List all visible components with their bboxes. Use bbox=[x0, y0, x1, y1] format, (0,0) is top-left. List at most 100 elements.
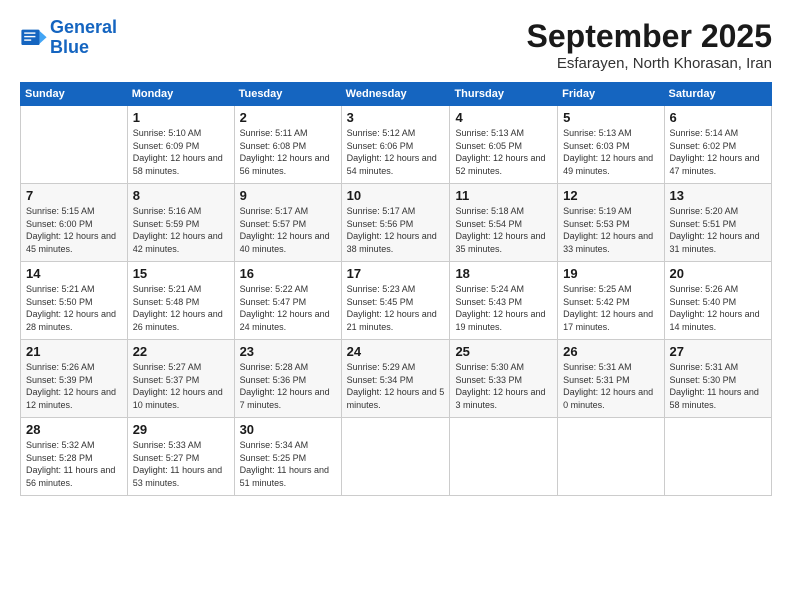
week-row-3: 14 Sunrise: 5:21 AMSunset: 5:50 PMDayligh… bbox=[21, 262, 772, 340]
day-cell: 1Sunrise: 5:10 AMSunset: 6:09 PMDaylight… bbox=[127, 106, 234, 184]
day-cell: 28 Sunrise: 5:32 AMSunset: 5:28 PMDayligh… bbox=[21, 418, 128, 496]
day-cell: 27 Sunrise: 5:31 AMSunset: 5:30 PMDayligh… bbox=[664, 340, 771, 418]
day-cell: 6 Sunrise: 5:14 AMSunset: 6:02 PMDaylight… bbox=[664, 106, 771, 184]
day-info: Sunrise: 5:21 AMSunset: 5:48 PMDaylight:… bbox=[133, 283, 229, 333]
day-cell: 5 Sunrise: 5:13 AMSunset: 6:03 PMDaylight… bbox=[558, 106, 664, 184]
day-cell bbox=[664, 418, 771, 496]
day-info: Sunrise: 5:28 AMSunset: 5:36 PMDaylight:… bbox=[240, 361, 336, 411]
day-info: Sunrise: 5:26 AMSunset: 5:40 PMDaylight:… bbox=[670, 283, 766, 333]
day-number: 16 bbox=[240, 266, 336, 281]
day-number: 27 bbox=[670, 344, 766, 359]
day-info: Sunrise: 5:15 AMSunset: 6:00 PMDaylight:… bbox=[26, 205, 122, 255]
day-number: 17 bbox=[347, 266, 445, 281]
header-monday: Monday bbox=[127, 83, 234, 106]
day-info: Sunrise: 5:34 AMSunset: 5:25 PMDaylight:… bbox=[240, 439, 336, 489]
day-number: 15 bbox=[133, 266, 229, 281]
day-info: Sunrise: 5:16 AMSunset: 5:59 PMDaylight:… bbox=[133, 205, 229, 255]
day-info: Sunrise: 5:24 AMSunset: 5:43 PMDaylight:… bbox=[455, 283, 552, 333]
calendar-header-row: SundayMondayTuesdayWednesdayThursdayFrid… bbox=[21, 83, 772, 106]
day-cell: 7 Sunrise: 5:15 AMSunset: 6:00 PMDaylight… bbox=[21, 184, 128, 262]
day-number: 30 bbox=[240, 422, 336, 437]
day-number: 28 bbox=[26, 422, 122, 437]
header-saturday: Saturday bbox=[664, 83, 771, 106]
day-cell bbox=[341, 418, 450, 496]
day-cell: 23 Sunrise: 5:28 AMSunset: 5:36 PMDayligh… bbox=[234, 340, 341, 418]
day-info: Sunrise: 5:31 AMSunset: 5:31 PMDaylight:… bbox=[563, 361, 658, 411]
day-number: 3 bbox=[347, 110, 445, 125]
page-container: General Blue September 2025 Esfarayen, N… bbox=[0, 0, 792, 612]
day-info: Sunrise: 5:25 AMSunset: 5:42 PMDaylight:… bbox=[563, 283, 658, 333]
day-info: Sunrise: 5:13 AMSunset: 6:05 PMDaylight:… bbox=[455, 127, 552, 177]
day-cell bbox=[450, 418, 558, 496]
header-thursday: Thursday bbox=[450, 83, 558, 106]
day-number: 7 bbox=[26, 188, 122, 203]
day-cell: 30 Sunrise: 5:34 AMSunset: 5:25 PMDayligh… bbox=[234, 418, 341, 496]
day-cell: 16 Sunrise: 5:22 AMSunset: 5:47 PMDayligh… bbox=[234, 262, 341, 340]
day-info: Sunrise: 5:18 AMSunset: 5:54 PMDaylight:… bbox=[455, 205, 552, 255]
day-number: 25 bbox=[455, 344, 552, 359]
day-info: Sunrise: 5:13 AMSunset: 6:03 PMDaylight:… bbox=[563, 127, 658, 177]
day-number: 13 bbox=[670, 188, 766, 203]
title-block: September 2025 Esfarayen, North Khorasan… bbox=[527, 18, 772, 72]
day-number: 2 bbox=[240, 110, 336, 125]
day-cell: 3 Sunrise: 5:12 AMSunset: 6:06 PMDaylight… bbox=[341, 106, 450, 184]
day-cell: 15 Sunrise: 5:21 AMSunset: 5:48 PMDayligh… bbox=[127, 262, 234, 340]
day-number: 12 bbox=[563, 188, 658, 203]
header-tuesday: Tuesday bbox=[234, 83, 341, 106]
month-title: September 2025 bbox=[527, 18, 772, 55]
day-cell: 21 Sunrise: 5:26 AMSunset: 5:39 PMDayligh… bbox=[21, 340, 128, 418]
day-info: Sunrise: 5:14 AMSunset: 6:02 PMDaylight:… bbox=[670, 127, 766, 177]
day-info: Sunrise: 5:12 AMSunset: 6:06 PMDaylight:… bbox=[347, 127, 445, 177]
day-number: 11 bbox=[455, 188, 552, 203]
day-cell: 12 Sunrise: 5:19 AMSunset: 5:53 PMDayligh… bbox=[558, 184, 664, 262]
day-info: Sunrise: 5:32 AMSunset: 5:28 PMDaylight:… bbox=[26, 439, 122, 489]
day-cell: 24 Sunrise: 5:29 AMSunset: 5:34 PMDayligh… bbox=[341, 340, 450, 418]
day-number: 20 bbox=[670, 266, 766, 281]
day-info: Sunrise: 5:33 AMSunset: 5:27 PMDaylight:… bbox=[133, 439, 229, 489]
day-cell: 11 Sunrise: 5:18 AMSunset: 5:54 PMDayligh… bbox=[450, 184, 558, 262]
day-cell: 14 Sunrise: 5:21 AMSunset: 5:50 PMDayligh… bbox=[21, 262, 128, 340]
day-number: 18 bbox=[455, 266, 552, 281]
day-info: Sunrise: 5:17 AMSunset: 5:57 PMDaylight:… bbox=[240, 205, 336, 255]
day-cell: 4 Sunrise: 5:13 AMSunset: 6:05 PMDaylight… bbox=[450, 106, 558, 184]
logo-text: General Blue bbox=[50, 18, 117, 58]
day-info: Sunrise: 5:20 AMSunset: 5:51 PMDaylight:… bbox=[670, 205, 766, 255]
day-number: 22 bbox=[133, 344, 229, 359]
header-friday: Friday bbox=[558, 83, 664, 106]
day-cell: 25Sunrise: 5:30 AMSunset: 5:33 PMDayligh… bbox=[450, 340, 558, 418]
day-number: 4 bbox=[455, 110, 552, 125]
day-number: 26 bbox=[563, 344, 658, 359]
day-number: 23 bbox=[240, 344, 336, 359]
day-info: Sunrise: 5:31 AMSunset: 5:30 PMDaylight:… bbox=[670, 361, 766, 411]
day-number: 14 bbox=[26, 266, 122, 281]
day-info: Sunrise: 5:19 AMSunset: 5:53 PMDaylight:… bbox=[563, 205, 658, 255]
calendar-table: SundayMondayTuesdayWednesdayThursdayFrid… bbox=[20, 82, 772, 496]
day-info: Sunrise: 5:26 AMSunset: 5:39 PMDaylight:… bbox=[26, 361, 122, 411]
day-cell: 9 Sunrise: 5:17 AMSunset: 5:57 PMDaylight… bbox=[234, 184, 341, 262]
logo: General Blue bbox=[20, 18, 117, 58]
day-number: 24 bbox=[347, 344, 445, 359]
day-info: Sunrise: 5:21 AMSunset: 5:50 PMDaylight:… bbox=[26, 283, 122, 333]
day-cell bbox=[21, 106, 128, 184]
location-title: Esfarayen, North Khorasan, Iran bbox=[527, 55, 772, 72]
day-number: 5 bbox=[563, 110, 658, 125]
day-cell: 17Sunrise: 5:23 AMSunset: 5:45 PMDayligh… bbox=[341, 262, 450, 340]
day-number: 9 bbox=[240, 188, 336, 203]
day-cell: 29Sunrise: 5:33 AMSunset: 5:27 PMDayligh… bbox=[127, 418, 234, 496]
day-info: Sunrise: 5:17 AMSunset: 5:56 PMDaylight:… bbox=[347, 205, 445, 255]
day-number: 19 bbox=[563, 266, 658, 281]
day-cell: 22Sunrise: 5:27 AMSunset: 5:37 PMDayligh… bbox=[127, 340, 234, 418]
day-number: 6 bbox=[670, 110, 766, 125]
day-info: Sunrise: 5:22 AMSunset: 5:47 PMDaylight:… bbox=[240, 283, 336, 333]
day-number: 21 bbox=[26, 344, 122, 359]
header-wednesday: Wednesday bbox=[341, 83, 450, 106]
week-row-5: 28 Sunrise: 5:32 AMSunset: 5:28 PMDayligh… bbox=[21, 418, 772, 496]
day-cell: 8Sunrise: 5:16 AMSunset: 5:59 PMDaylight… bbox=[127, 184, 234, 262]
day-number: 1 bbox=[133, 110, 229, 125]
logo-general: General bbox=[50, 17, 117, 37]
day-info: Sunrise: 5:29 AMSunset: 5:34 PMDaylight:… bbox=[347, 361, 445, 411]
logo-blue: Blue bbox=[50, 37, 89, 57]
day-cell: 10 Sunrise: 5:17 AMSunset: 5:56 PMDayligh… bbox=[341, 184, 450, 262]
page-header: General Blue September 2025 Esfarayen, N… bbox=[20, 18, 772, 72]
day-number: 10 bbox=[347, 188, 445, 203]
